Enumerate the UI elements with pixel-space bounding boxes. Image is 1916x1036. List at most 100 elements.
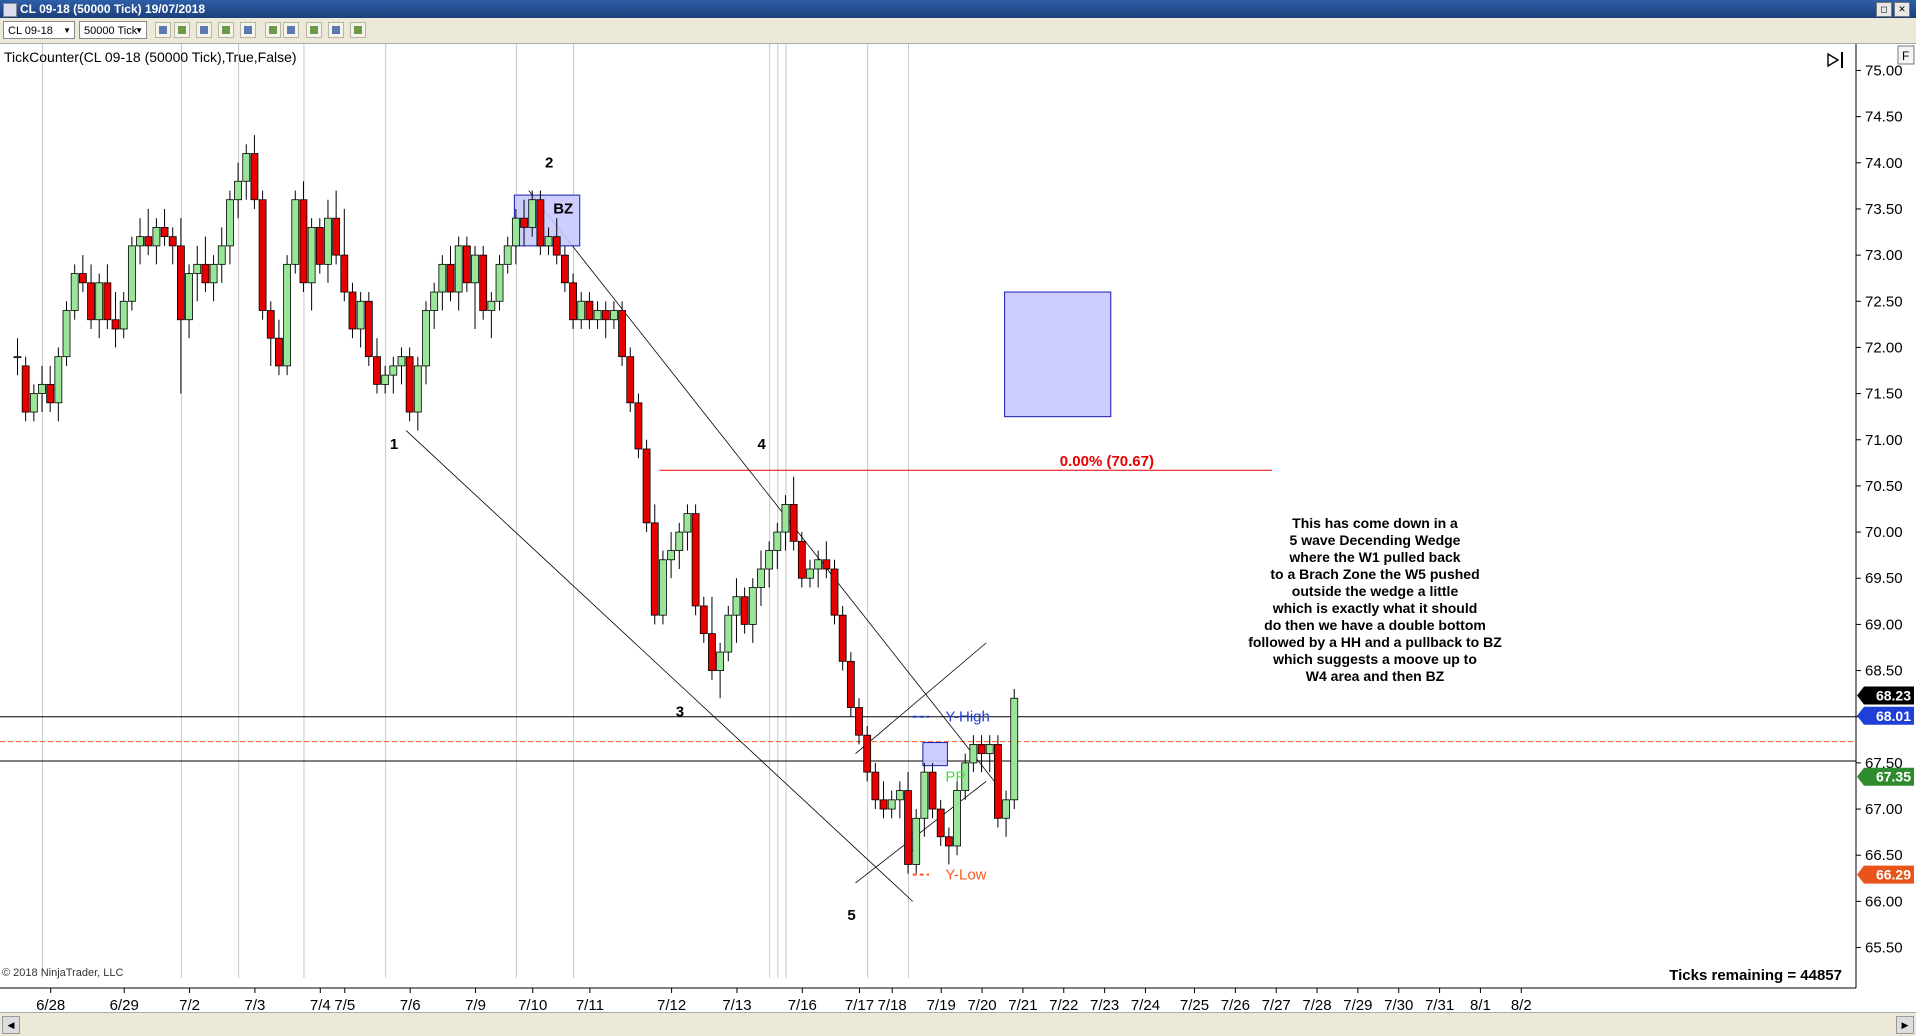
candle-up: [659, 559, 667, 616]
y-tick-label: 73.50: [1865, 201, 1903, 218]
annotation-line: where the W1 pulled back: [1288, 549, 1460, 565]
chart-toolbar: CL 09-18 ▼ 50000 Tick ▼: [0, 18, 1916, 44]
annotation-line: 5 wave Decending Wedge: [1290, 532, 1461, 548]
x-tick-label: 6/29: [110, 997, 139, 1012]
candle-up: [471, 254, 479, 284]
candle-up: [920, 771, 929, 819]
data-box-icon[interactable]: [306, 22, 322, 38]
y-high-badge-text: 68.01: [1876, 708, 1911, 724]
candle-down: [201, 263, 210, 284]
interval-select[interactable]: 50000 Tick ▼: [79, 21, 147, 39]
crosshair-icon[interactable]: [196, 22, 212, 38]
candle-down: [691, 513, 700, 607]
candle-up: [422, 310, 430, 367]
x-tick-label: 7/10: [518, 997, 547, 1012]
candle-up: [895, 790, 904, 801]
chart-panel[interactable]: BZ 1 2 3 4 5 0.00% (70.67) Y-High PP Y-Low This ha…: [0, 44, 1916, 1035]
candle-down: [373, 356, 381, 385]
candle-down: [740, 596, 749, 625]
candle-down: [977, 744, 986, 755]
candle-up: [577, 300, 586, 321]
candle-up: [912, 817, 921, 865]
template-icon[interactable]: [350, 22, 366, 38]
wave-label: 1: [390, 436, 398, 453]
cursor-icon[interactable]: [240, 22, 256, 38]
candle-up: [969, 744, 978, 764]
y-tick-label: 71.00: [1865, 432, 1903, 449]
candle-up: [356, 300, 365, 330]
candle-down: [994, 744, 1002, 819]
horizontal-scrollbar[interactable]: ◀ ▶: [0, 1012, 1916, 1036]
restore-button[interactable]: ◻: [1876, 2, 1892, 17]
x-tick-label: 7/3: [245, 997, 266, 1012]
candle-up: [487, 300, 496, 311]
wave-label: 2: [545, 154, 553, 171]
candle-up: [381, 374, 390, 385]
candle-up: [95, 282, 104, 321]
candle-up: [413, 365, 422, 413]
candle-up: [716, 651, 725, 671]
collapse-panel-icon[interactable]: [1827, 52, 1845, 70]
candle-up: [217, 245, 226, 265]
close-button[interactable]: ✕: [1894, 2, 1910, 17]
candle-up: [495, 263, 504, 302]
pencil-icon[interactable]: [174, 22, 190, 38]
channel-upper-line: [855, 642, 987, 754]
x-tick-label: 7/26: [1221, 997, 1250, 1012]
candle-down: [797, 540, 806, 579]
x-tick-label: 8/2: [1511, 997, 1532, 1012]
candle-down: [340, 254, 349, 293]
price-chart[interactable]: BZ 1 2 3 4 5 0.00% (70.67) Y-High PP Y-Low This ha…: [0, 44, 1916, 1012]
candle-down: [536, 199, 545, 247]
annotation-line: which suggests a moove up to: [1272, 651, 1477, 667]
candle-up: [38, 383, 46, 394]
wave-label: 5: [847, 907, 855, 924]
instrument-select[interactable]: CL 09-18 ▼: [3, 21, 75, 39]
scroll-left-icon[interactable]: ◀: [2, 1016, 20, 1034]
annotation-line: W4 area and then BZ: [1306, 668, 1445, 684]
bar-chart-icon[interactable]: [155, 22, 171, 38]
candle-down: [855, 707, 863, 736]
x-tick-label: 7/13: [722, 997, 751, 1012]
x-tick-label: 7/2: [179, 997, 200, 1012]
candle-up: [70, 273, 79, 311]
annotation-line: This has come down in a: [1292, 515, 1458, 531]
candle-down: [462, 245, 471, 284]
eraser-icon[interactable]: [218, 22, 234, 38]
candle-down: [871, 771, 880, 801]
candle-up: [242, 153, 251, 182]
candle-up: [185, 273, 193, 321]
candle-up: [683, 513, 692, 533]
x-tick-label: 7/19: [927, 997, 956, 1012]
y-tick-label: 71.50: [1865, 386, 1903, 403]
candle-up: [732, 596, 741, 616]
candle-up: [773, 531, 782, 551]
zoom-icon[interactable]: [265, 22, 281, 38]
y-tick-label: 66.00: [1865, 893, 1903, 910]
annotation-line: followed by a HH and a pullback to BZ: [1248, 634, 1502, 650]
x-tick-label: 7/9: [465, 997, 486, 1012]
candle-up: [1002, 799, 1010, 819]
y-low-label: Y-Low: [945, 867, 986, 884]
candle-down: [822, 559, 831, 570]
chevron-down-icon: ▼: [63, 26, 71, 35]
axis-button-icon[interactable]: F: [1897, 45, 1915, 65]
candle-up: [748, 587, 757, 625]
scroll-right-icon[interactable]: ▶: [1896, 1016, 1914, 1034]
y-tick-label: 73.00: [1865, 247, 1903, 264]
candle-down: [87, 282, 95, 321]
y-tick-label: 69.50: [1865, 570, 1903, 587]
candle-up: [283, 263, 292, 367]
title-bar: CL 09-18 (50000 Tick) 19/07/2018 ◻ ✕: [0, 0, 1916, 18]
candle-down: [266, 310, 275, 339]
properties-icon[interactable]: [328, 22, 344, 38]
candle-up: [953, 790, 961, 847]
candle-down: [315, 227, 324, 265]
interval-value: 50000 Tick: [84, 25, 138, 37]
x-tick-label: 7/29: [1343, 997, 1372, 1012]
y-tick-label: 68.50: [1865, 663, 1903, 680]
y-tick-label: 66.50: [1865, 847, 1903, 864]
strategies-icon[interactable]: [283, 22, 299, 38]
candle-down: [879, 799, 888, 810]
candle-up: [13, 356, 22, 359]
